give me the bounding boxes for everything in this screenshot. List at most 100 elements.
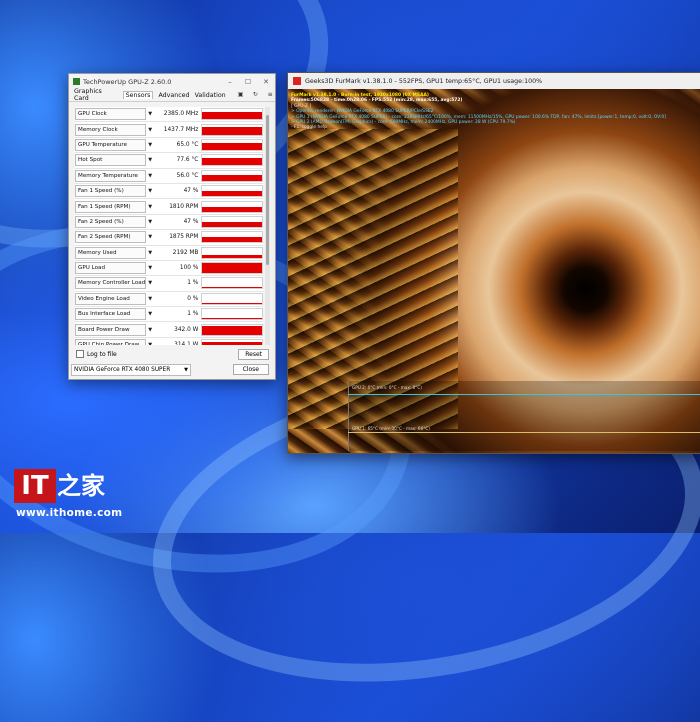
sensor-graph-fill [202,191,262,197]
refresh-icon[interactable]: ↻ [250,91,260,99]
furmark-titlebar[interactable]: Geeks3D FurMark v1.38.1.0 - 552FPS, GPU1… [288,73,700,89]
sensor-graph [201,138,263,151]
chevron-down-icon[interactable]: ▼ [146,311,154,317]
sensor-graph [201,123,263,136]
sensor-graph-fill [202,326,262,335]
sensor-graph-fill [202,112,262,120]
sensor-name[interactable]: Memory Clock [75,123,147,136]
chevron-down-icon[interactable]: ▼ [146,204,154,210]
sensor-row: Memory Controller Load ▼ 1 % [75,276,263,292]
sensor-graph [201,231,263,244]
sensor-graph [201,246,263,259]
furmark-render-view[interactable]: FurMark v1.38.1.0 - Burn-in test, 1920x1… [288,89,700,453]
gpuz-window: TechPowerUp GPU-Z 2.60.0 – ☐ ✕ Graphics … [68,73,276,380]
log-to-file-label: Log to file [87,350,117,358]
chevron-down-icon[interactable]: ▼ [146,280,154,286]
chevron-down-icon[interactable]: ▼ [146,265,154,271]
sensor-graph-fill [202,318,262,320]
chevron-down-icon[interactable]: ▼ [146,234,154,240]
chevron-down-icon[interactable]: ▼ [146,142,154,148]
chevron-down-icon[interactable]: ▼ [146,111,154,117]
scrollbar-thumb[interactable] [266,115,269,265]
camera-icon[interactable]: ▣ [236,91,246,99]
sensor-value: 0 % [187,295,199,302]
sensor-graph [201,308,263,321]
sensor-value: 314.1 W [154,342,201,345]
tab-graphics-card[interactable]: Graphics Card [74,88,118,102]
hud-line: - F1: toggle help [291,125,327,131]
gpuz-title: TechPowerUp GPU-Z 2.60.0 [83,77,172,86]
sensor-graph [201,277,263,290]
sensor-name[interactable]: Board Power Draw [75,323,147,336]
tab-validation[interactable]: Validation [195,92,226,99]
sensor-graph-fill [202,221,262,227]
gpu-select-row: NVIDIA GeForce RTX 4080 SUPER ▼ Close [71,363,269,376]
gpu2-temp-label: GPU 2: 0°C (min: 0°C - max: 0°C) [352,385,422,390]
sensor-row: GPU Load ▼ 100 % [75,261,263,277]
sensor-name[interactable]: Fan 1 Speed (RPM) [75,200,147,213]
chevron-down-icon[interactable]: ▼ [146,342,154,345]
sensor-name[interactable]: Memory Controller Load [75,277,147,290]
sensor-list: GPU Clock ▼ 2385.0 MHz Memory Clock ▼ 1437.7 … [75,107,263,345]
sensor-scrollbar[interactable] [265,107,270,345]
gpu1-temp-line [348,432,700,433]
sensor-name[interactable]: GPU Temperature [75,138,147,151]
chevron-down-icon[interactable]: ▼ [146,188,154,194]
gpu1-temp-label: GPU 1: 65°C (min: 30°C - max: 66°C) [352,426,430,431]
chevron-down-icon[interactable]: ▼ [146,327,154,333]
gpu2-temp-line [348,394,700,395]
temperature-graph-area [348,381,700,451]
sensor-graph-fill [202,157,262,166]
sensor-graph-fill [202,254,262,258]
close-icon[interactable]: ✕ [257,78,275,86]
tab-sensors[interactable]: Sensors [122,91,154,99]
sensor-name[interactable]: Fan 2 Speed (%) [75,215,147,228]
sensor-graph-fill [202,237,262,243]
sensor-name[interactable]: Video Engine Load [75,292,147,305]
chevron-down-icon[interactable]: ▼ [146,157,154,163]
log-row: Log to file Reset [76,348,269,360]
gpuz-titlebar[interactable]: TechPowerUp GPU-Z 2.60.0 – ☐ ✕ [69,74,275,89]
maximize-icon[interactable]: ☐ [239,78,257,86]
sensor-row: GPU Clock ▼ 2385.0 MHz [75,107,263,123]
sensor-graph-fill [202,263,262,274]
reset-button[interactable]: Reset [238,348,269,360]
sensor-value: 47 % [183,188,199,195]
sensor-name[interactable]: Memory Used [75,246,147,259]
sensor-graph-fill [202,126,262,135]
sensor-graph-fill [202,342,262,345]
sensor-name[interactable]: Bus Interface Load [75,308,147,321]
chevron-down-icon[interactable]: ▼ [146,173,154,179]
sensor-row: Hot Spot ▼ 77.6 °C [75,153,263,169]
sensor-row: Fan 1 Speed (%) ▼ 47 % [75,184,263,200]
sensor-name[interactable]: GPU Load [75,262,147,275]
sensor-row: Bus Interface Load ▼ 1 % [75,307,263,323]
tab-advanced[interactable]: Advanced [158,92,189,99]
chevron-down-icon[interactable]: ▼ [146,127,154,133]
close-button[interactable]: Close [232,364,269,375]
chevron-down-icon[interactable]: ▼ [146,219,154,225]
ithome-logo: IT 之家 [14,469,106,503]
sensor-value: 77.6 °C [176,157,199,164]
gpu-select-value: NVIDIA GeForce RTX 4080 SUPER [74,366,171,373]
minimize-icon[interactable]: – [221,78,239,86]
sensor-value: 47 % [183,218,199,225]
sensor-row: Memory Clock ▼ 1437.7 MHz [75,122,263,138]
sensor-name[interactable]: Fan 2 Speed (RPM) [75,231,147,244]
gpu-select[interactable]: NVIDIA GeForce RTX 4080 SUPER ▼ [71,363,191,376]
sensor-graph [201,215,263,228]
sensor-name[interactable]: GPU Clock [75,108,147,121]
sensor-graph [201,185,263,198]
chevron-down-icon[interactable]: ▼ [146,296,154,302]
sensor-value: 56.0 °C [176,172,199,179]
chevron-down-icon[interactable]: ▼ [146,250,154,256]
sensor-name[interactable]: Memory Temperature [75,169,147,182]
log-to-file-checkbox[interactable] [76,350,84,358]
sensor-name[interactable]: Fan 1 Speed (%) [75,185,147,198]
sensor-graph [201,108,263,121]
ithome-logo-it: IT [14,469,56,503]
menu-icon[interactable]: ≡ [265,91,275,99]
sensor-name[interactable]: Hot Spot [75,154,147,167]
sensor-value: 100 % [179,265,199,272]
sensor-name[interactable]: GPU Chip Power Draw [75,339,147,345]
